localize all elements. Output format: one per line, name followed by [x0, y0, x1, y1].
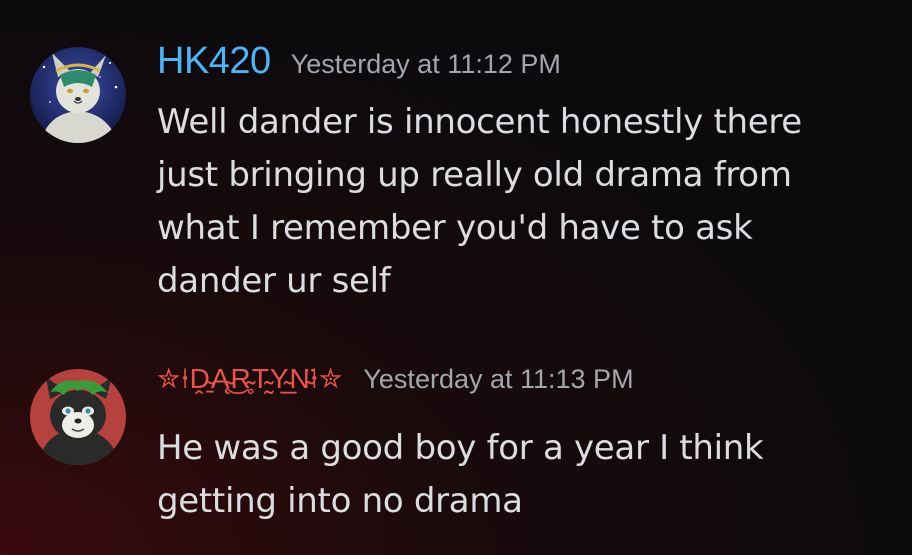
user-avatar[interactable]: [30, 369, 126, 465]
message-header: HK420 Yesterday at 11:12 PM: [157, 40, 561, 83]
user-avatar[interactable]: [30, 47, 126, 143]
message-text: Well dander is innocent honestly there j…: [157, 102, 802, 301]
message-text: He was a good boy for a year I think get…: [157, 428, 764, 521]
wolf-avatar-icon: [30, 47, 126, 143]
username[interactable]: ✮⍿Ḓ̴̱Ą̴͜R̴̥T̴̰Y̴̲N̴̈⍿✮: [157, 362, 343, 396]
message-header: ✮⍿Ḓ̴̱Ą̴͜R̴̥T̴̰Y̴̲N̴̈⍿✮ Yesterday at 11:1…: [157, 362, 634, 396]
raccoon-avatar-icon: [30, 369, 126, 465]
timestamp: Yesterday at 11:13 PM: [363, 364, 634, 394]
username[interactable]: HK420: [157, 40, 271, 83]
timestamp: Yesterday at 11:12 PM: [290, 49, 561, 79]
